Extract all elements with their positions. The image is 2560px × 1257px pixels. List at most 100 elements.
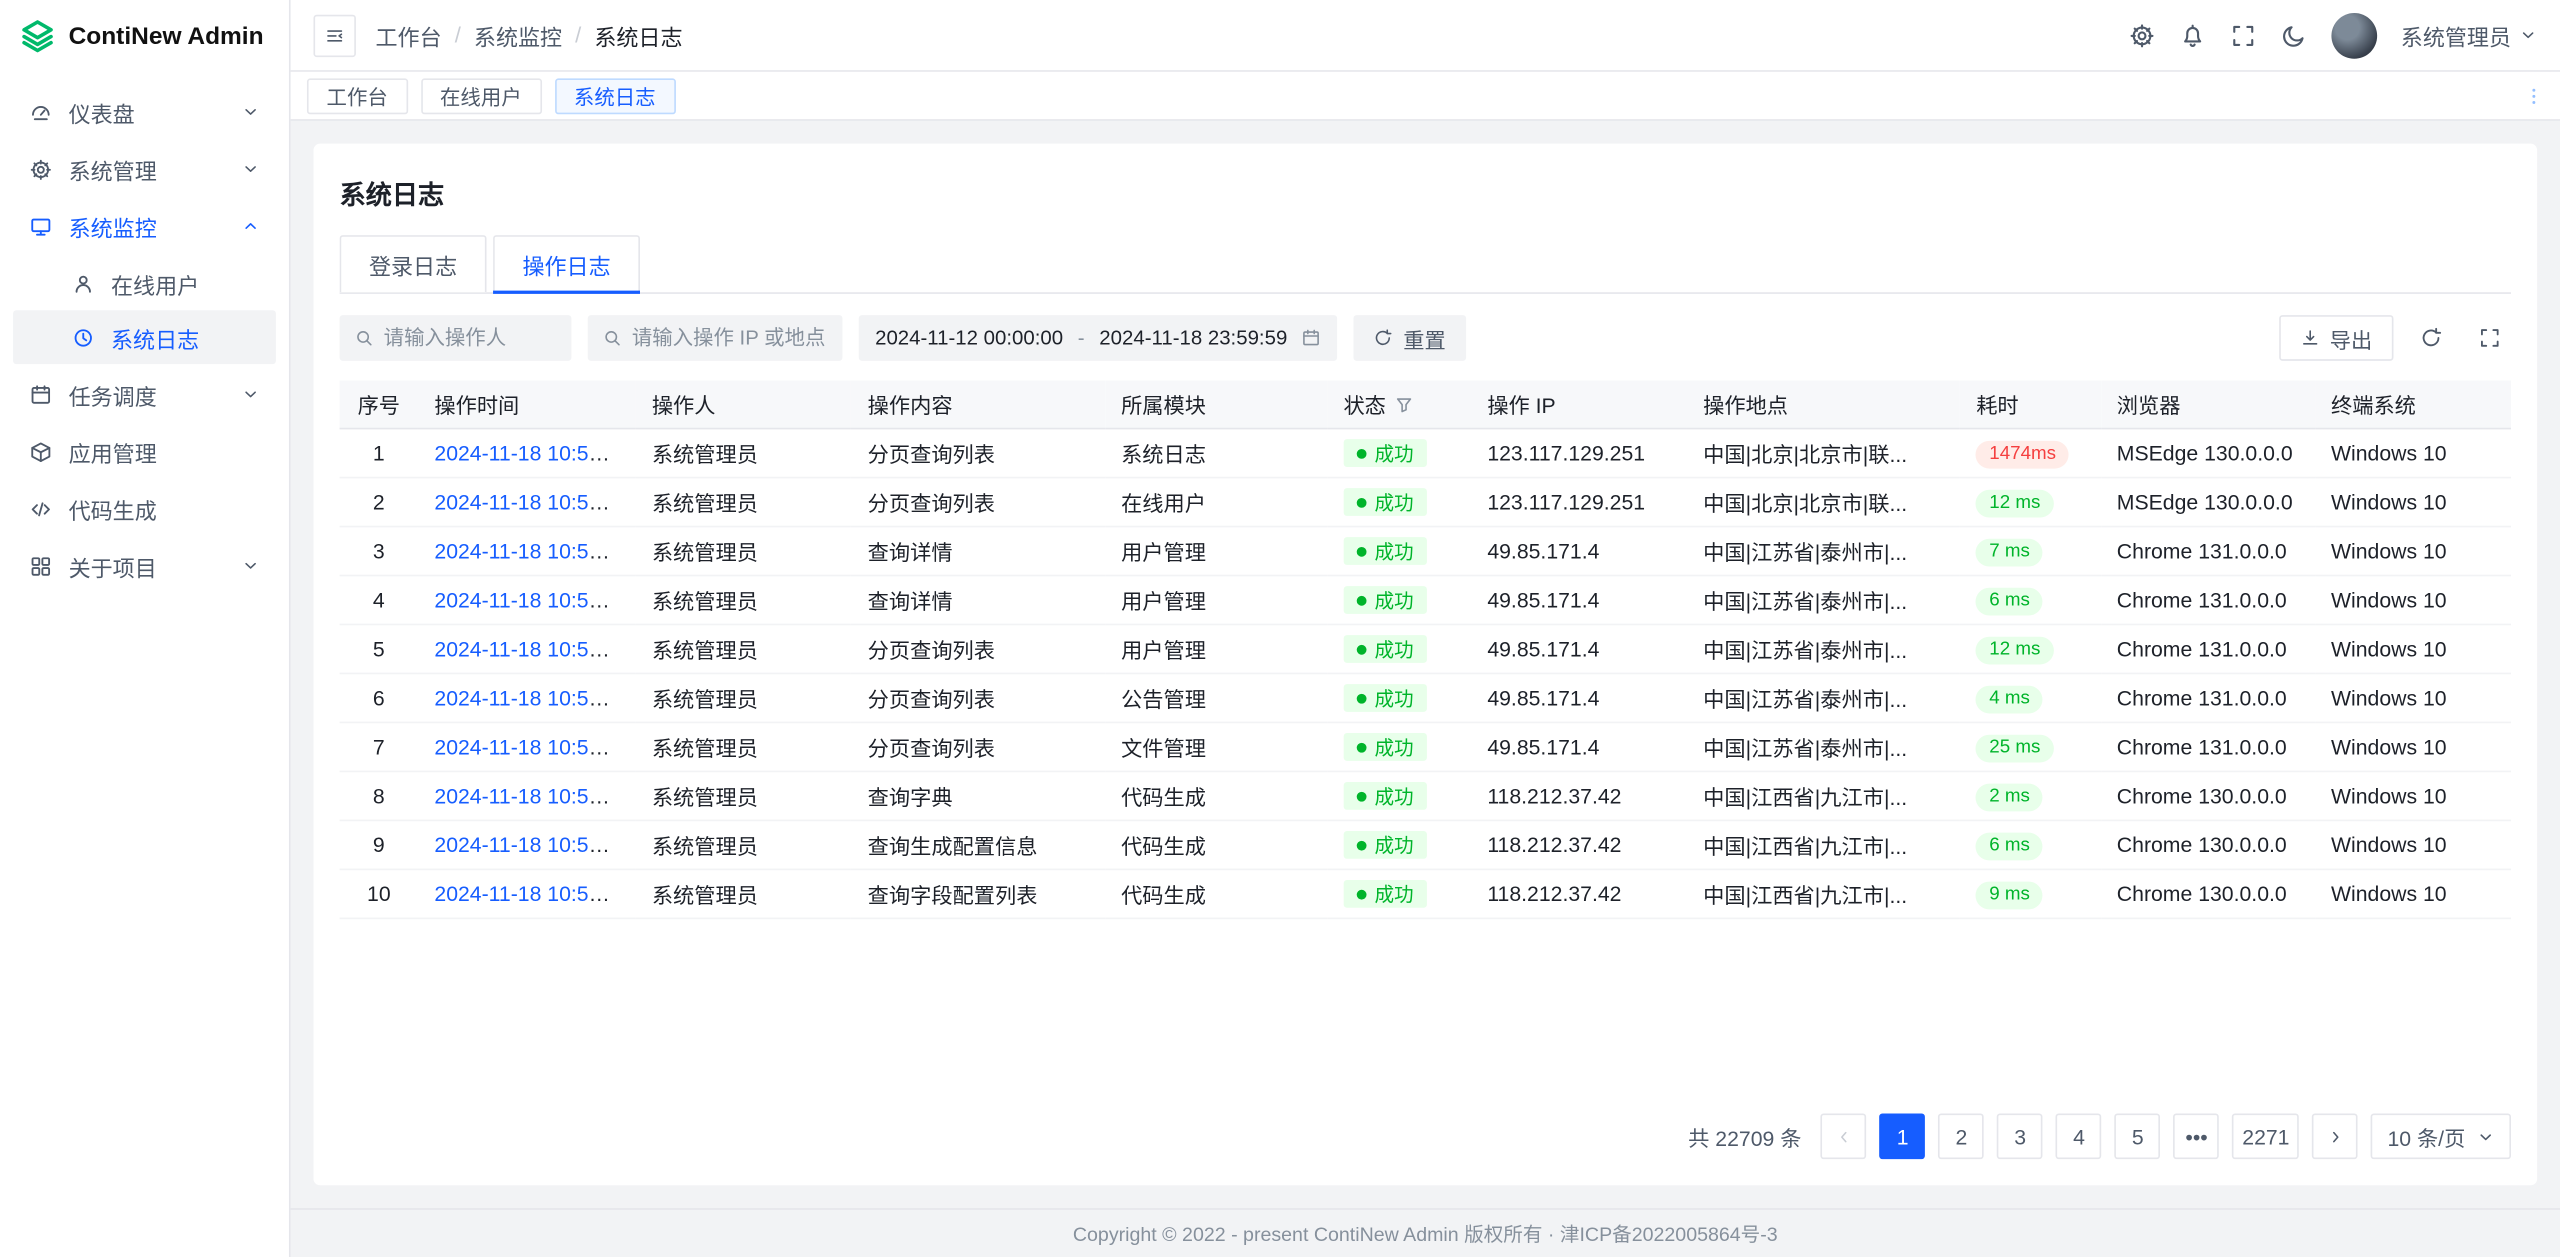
view-tab-workbench[interactable]: 工作台: [307, 78, 407, 114]
operation-time-link[interactable]: 2024-11-18 10:52:47: [434, 490, 630, 514]
ip-search-field[interactable]: [588, 315, 843, 361]
cell-operator: 系统管理员: [636, 771, 852, 820]
pagination-prev-button[interactable]: [1821, 1113, 1867, 1159]
app-root: ContiNew Admin 仪表盘 系统管理 系统监控 在线用户: [0, 0, 2560, 1257]
operation-time-link[interactable]: 2024-11-18 10:51:55: [434, 637, 630, 661]
gear-icon: [2128, 22, 2154, 48]
refresh-table-button[interactable]: [2410, 317, 2452, 359]
table-header-row: 序号 操作时间 操作人 操作内容 所属模块 状态 操作 I: [340, 380, 2511, 428]
col-header-operator: 操作人: [636, 380, 852, 428]
tab-operation-logs[interactable]: 操作日志: [493, 235, 640, 292]
logo[interactable]: ContiNew Admin: [0, 0, 289, 72]
sidebar-item-system-management[interactable]: 系统管理: [13, 142, 276, 196]
view-tab-system-logs[interactable]: 系统日志: [554, 78, 675, 114]
sidebar-item-online-users[interactable]: 在线用户: [13, 256, 276, 310]
cell-operator: 系统管理员: [636, 722, 852, 771]
settings-button[interactable]: [2128, 22, 2154, 48]
page-size-select[interactable]: 10 条/页: [2371, 1113, 2511, 1159]
date-start-value: 2024-11-12 00:00:00: [875, 327, 1063, 350]
pagination-page-button[interactable]: 2: [1939, 1113, 1985, 1159]
theme-toggle-button[interactable]: [2280, 22, 2306, 48]
user-icon: [72, 272, 95, 295]
cell-browser: Chrome 131.0.0.0: [2100, 673, 2314, 722]
fullscreen-button[interactable]: [2229, 22, 2255, 48]
tab-more-button[interactable]: [2524, 86, 2544, 106]
sidebar-item-task-schedule[interactable]: 任务调度: [13, 367, 276, 421]
settings-icon: [29, 158, 52, 181]
cell-status: 成功: [1327, 771, 1471, 820]
cell-os: Windows 10: [2315, 771, 2511, 820]
calendar-icon: [1302, 328, 1322, 348]
operator-search-input[interactable]: [384, 327, 557, 350]
operation-time-link[interactable]: 2024-11-18 10:52:05: [434, 588, 630, 612]
tab-login-logs[interactable]: 登录日志: [340, 235, 487, 292]
pagination-page-button[interactable]: 3: [1997, 1113, 2043, 1159]
cell-ip: 123.117.129.251: [1471, 429, 1687, 478]
user-name: 系统管理员: [2401, 19, 2511, 52]
cell-location: 中国|江苏省|泰州市|...: [1687, 527, 1960, 576]
sidebar-item-code-generation[interactable]: 代码生成: [13, 482, 276, 536]
user-menu[interactable]: 系统管理员: [2401, 19, 2537, 52]
operation-time-link[interactable]: 2024-11-18 10:51:50: [434, 784, 630, 808]
col-header-no: 序号: [340, 380, 418, 428]
sidebar-collapse-button[interactable]: [313, 14, 355, 56]
status-dot: [1357, 889, 1367, 899]
pagination-page-button[interactable]: 2271: [2232, 1113, 2299, 1159]
cell-no: 1: [340, 429, 418, 478]
avatar[interactable]: [2331, 12, 2377, 58]
date-range-picker[interactable]: 2024-11-12 00:00:00 - 2024-11-18 23:59:5…: [859, 315, 1338, 361]
chevron-down-icon: [242, 557, 260, 575]
pagination-ellipsis[interactable]: •••: [2174, 1113, 2220, 1159]
duration-badge: 4 ms: [1976, 686, 2043, 713]
status-dot: [1357, 547, 1367, 557]
cell-os: Windows 10: [2315, 869, 2511, 918]
chevron-left-icon: [1835, 1127, 1853, 1145]
view-tab-online-users[interactable]: 在线用户: [420, 78, 541, 114]
cell-module: 文件管理: [1105, 722, 1327, 771]
sidebar-item-about[interactable]: 关于项目: [13, 539, 276, 593]
cell-status: 成功: [1327, 624, 1471, 673]
pagination-next-button[interactable]: [2312, 1113, 2358, 1159]
top-header: 工作台 / 系统监控 / 系统日志: [291, 0, 2560, 72]
duration-badge: 7 ms: [1976, 539, 2043, 566]
breadcrumb-item[interactable]: 系统监控: [474, 19, 562, 52]
cell-ip: 49.85.171.4: [1471, 576, 1687, 625]
reset-button[interactable]: 重置: [1354, 315, 1465, 361]
export-button[interactable]: 导出: [2279, 315, 2393, 361]
cell-ip: 118.212.37.42: [1471, 820, 1687, 869]
cell-duration: 2 ms: [1960, 771, 2101, 820]
menu-fold-icon: [325, 25, 345, 45]
operation-time-link[interactable]: 2024-11-18 10:51:53: [434, 686, 630, 710]
operation-time-link[interactable]: 2024-11-18 10:52:55: [434, 441, 630, 465]
filter-funnel-icon[interactable]: [1394, 394, 1414, 414]
sidebar-item-app-management[interactable]: 应用管理: [13, 424, 276, 478]
ip-search-input[interactable]: [632, 327, 828, 350]
sidebar-item-system-logs[interactable]: 系统日志: [13, 310, 276, 364]
operation-time-link[interactable]: 2024-11-18 10:51:49: [434, 882, 630, 906]
cell-os: Windows 10: [2315, 820, 2511, 869]
operation-time-link[interactable]: 2024-11-18 10:51:49: [434, 833, 630, 857]
operation-time-link[interactable]: 2024-11-18 10:52:12: [434, 539, 630, 563]
sidebar-item-system-monitor[interactable]: 系统监控: [13, 199, 276, 253]
cell-content: 分页查询列表: [851, 673, 1104, 722]
cell-location: 中国|北京|北京市|联...: [1687, 429, 1960, 478]
breadcrumb-item[interactable]: 工作台: [376, 19, 442, 52]
footer: Copyright © 2022 - present ContiNew Admi…: [291, 1208, 2560, 1257]
chevron-down-icon: [242, 160, 260, 178]
cell-browser: MSEdge 130.0.0.0: [2100, 429, 2314, 478]
cell-duration: 6 ms: [1960, 820, 2101, 869]
pagination-page-button[interactable]: 4: [2056, 1113, 2102, 1159]
cell-duration: 12 ms: [1960, 624, 2101, 673]
status-dot: [1357, 596, 1367, 606]
pagination-page-button[interactable]: 1: [1880, 1113, 1926, 1159]
operator-search-field[interactable]: [340, 315, 572, 361]
sidebar-item-dashboard[interactable]: 仪表盘: [13, 85, 276, 139]
cell-location: 中国|江西省|九江市|...: [1687, 771, 1960, 820]
notifications-button[interactable]: [2179, 22, 2205, 48]
cell-ip: 49.85.171.4: [1471, 527, 1687, 576]
pagination-page-button[interactable]: 5: [2115, 1113, 2161, 1159]
status-badge: 成功: [1343, 538, 1426, 566]
operation-time-link[interactable]: 2024-11-18 10:51:52: [434, 735, 630, 759]
table-fullscreen-button[interactable]: [2469, 317, 2511, 359]
operation-log-table: 序号 操作时间 操作人 操作内容 所属模块 状态 操作 I: [340, 380, 2511, 919]
